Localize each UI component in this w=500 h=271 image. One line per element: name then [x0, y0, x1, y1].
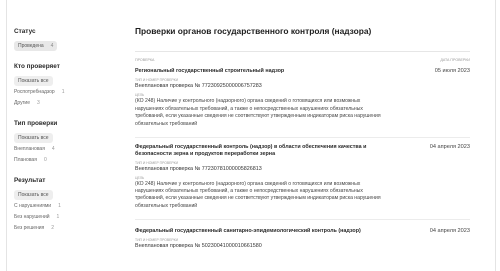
filter-group-inspector: Кто проверяет Показать все Роспотребнадз…: [14, 63, 110, 108]
filter-chip-completed[interactable]: Проведена 4: [14, 40, 58, 51]
filter-group-title: Кто проверяет: [14, 63, 60, 70]
inspection-authority[interactable]: Федеральный государственный контроль (на…: [135, 144, 380, 159]
inspection-goal: (КО 248) Наличие у контрольного (надзорн…: [135, 98, 381, 127]
filter-option-count: 0: [43, 156, 47, 163]
filter-group-title: Тип проверки: [14, 120, 58, 127]
title-divider: [135, 51, 470, 52]
filter-sidebar: Статус Проведена 4 Кто проверяет Показать…: [14, 28, 110, 245]
page-title: Проверки органов государственного контро…: [135, 26, 372, 36]
filter-option-with-violations[interactable]: С нарушениями 1: [14, 200, 110, 211]
inspection-type-number: Внеплановая проверка № 77230925000006757…: [135, 83, 262, 90]
filter-option-count: 2: [51, 224, 55, 231]
filter-option-label: Роспотребнадзор: [14, 88, 55, 95]
filter-option-label: Плановая: [14, 156, 37, 163]
inspection-goal: (КО 248) Наличие у контрольного (надзорн…: [135, 180, 381, 209]
filter-option-no-decision[interactable]: Без решения 2: [14, 222, 110, 233]
filter-option-count: 1: [56, 213, 60, 220]
inspection-type-number: Внеплановая проверка № 50230041000010661…: [135, 243, 262, 250]
inspections-panel: Проверки органов государственного контро…: [135, 26, 470, 250]
filter-chip-show-all[interactable]: Показать все: [14, 132, 53, 143]
inspection-authority[interactable]: Региональный государственный строительны…: [135, 68, 380, 75]
filter-chip-show-all[interactable]: Показать все: [14, 75, 53, 86]
filter-option-count: 3: [37, 99, 40, 106]
filter-group-title: Статус: [14, 28, 36, 35]
filter-chip-count: 4: [50, 42, 54, 49]
filter-option-other[interactable]: Другие 3: [14, 97, 110, 108]
filter-option-without-violations[interactable]: Без нарушений 1: [14, 211, 110, 222]
list-header: Проверка Дата проверки: [135, 58, 470, 62]
filter-option-scheduled[interactable]: Плановая 0: [14, 154, 110, 165]
column-header-inspection: Проверка: [135, 58, 155, 62]
inspection-record: Региональный государственный строительны…: [135, 68, 470, 138]
inspection-authority[interactable]: Федеральный государственный санитарно-эп…: [135, 228, 380, 235]
filter-option-label: С нарушениями: [14, 202, 52, 209]
filter-group-result: Результат Показать все С нарушениями 1 Бе…: [14, 177, 110, 233]
filter-chip-label: Проведена: [18, 42, 44, 49]
filter-option-count: 1: [58, 202, 61, 209]
filter-option-label: Другие: [14, 99, 31, 106]
filter-option-label: Внеплановая: [14, 145, 45, 152]
filter-chip-show-all[interactable]: Показать все: [14, 189, 53, 200]
filter-option-row: Проведена 4: [14, 40, 110, 51]
filter-option-count: 4: [51, 145, 55, 152]
filter-option-unscheduled[interactable]: Внеплановая 4: [14, 143, 110, 154]
column-header-date: Дата проверки: [440, 58, 470, 62]
filter-group-inspection-type: Тип проверки Показать все Внеплановая 4 П…: [14, 120, 110, 165]
filter-group-status: Статус Проведена 4: [14, 28, 110, 51]
inspection-type-number: Внеплановая проверка № 77230781000005826…: [135, 165, 262, 172]
inspection-record: Федеральный государственный санитарно-эп…: [135, 228, 470, 250]
inspection-date: 04 апреля 2023: [429, 143, 470, 150]
filter-option-row: Показать все: [14, 132, 110, 143]
filter-option-count: 1: [61, 88, 65, 95]
filter-group-title: Результат: [14, 177, 46, 184]
inspection-date: 05 июля 2023: [434, 68, 470, 74]
filter-option-row: Показать все: [14, 75, 110, 86]
filter-option-row: Показать все: [14, 189, 110, 200]
filter-option-label: Без решения: [14, 224, 45, 231]
inspection-record: Федеральный государственный контроль (на…: [135, 143, 470, 221]
filter-option-label: Без нарушений: [14, 213, 50, 220]
filter-option-rospotrebnadzor[interactable]: Роспотребнадзор 1: [14, 86, 110, 97]
inspection-date: 04 апреля 2023: [429, 228, 470, 235]
